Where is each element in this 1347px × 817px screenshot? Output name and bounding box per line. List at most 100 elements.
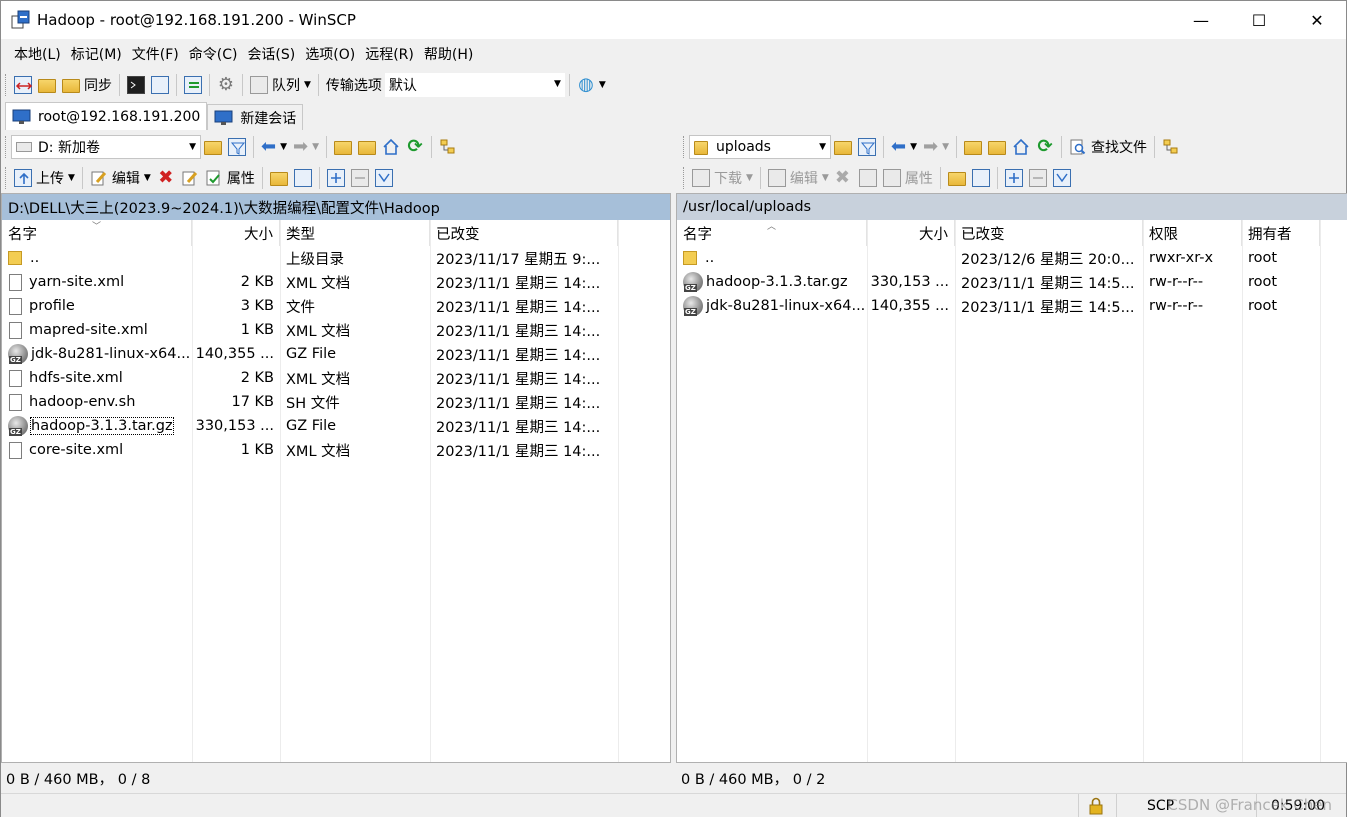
file-name-cell: hadoop-3.1.3.tar.gz <box>677 270 867 294</box>
local-forward-button[interactable]: ➡ ▼ <box>290 135 322 159</box>
remote-root-dir-button[interactable] <box>985 135 1009 159</box>
remote-home-button[interactable] <box>1009 135 1033 159</box>
local-new-folder-button[interactable] <box>267 166 291 190</box>
remote-folder-select[interactable]: uploads ▼ <box>689 135 831 159</box>
file-row[interactable]: hadoop-env.sh 17 KB SH 文件 2023/11/1 星期三 14:… <box>2 390 670 414</box>
compare-directories-button[interactable] <box>11 73 35 97</box>
new-session-icon <box>214 110 234 126</box>
sites-button[interactable]: ◍ ▼ <box>574 73 609 97</box>
column-size[interactable]: 大小 <box>192 220 280 246</box>
remote-edit-button[interactable]: 编辑 ▼ <box>765 166 832 190</box>
menu-local[interactable]: 本地(L) <box>9 44 66 64</box>
minimize-button[interactable]: — <box>1172 1 1230 39</box>
find-files-button[interactable]: 查找文件 <box>1066 135 1150 159</box>
local-unselect-button[interactable] <box>348 166 372 190</box>
remote-new-file-button[interactable] <box>969 166 993 190</box>
local-properties-button[interactable]: 属性 <box>202 166 258 190</box>
column-name[interactable]: 名字 ︿ <box>677 220 867 246</box>
remote-parent-dir-button[interactable] <box>961 135 985 159</box>
local-refresh-button[interactable]: ⟳ <box>403 135 427 159</box>
column-type[interactable]: 类型 <box>280 220 430 246</box>
file-row[interactable]: profile 3 KB 文件 2023/11/1 星期三 14:... <box>2 294 670 318</box>
file-row[interactable]: hadoop-3.1.3.tar.gz 330,153 ... 2023/11/1 … <box>677 270 1347 294</box>
local-select-button[interactable] <box>324 166 348 190</box>
file-row[interactable]: hdfs-site.xml 2 KB XML 文档 2023/11/1 星期三 14:… <box>2 366 670 390</box>
close-button[interactable]: ✕ <box>1288 1 1346 39</box>
chevron-down-icon: ▼ <box>910 142 918 152</box>
remote-filter-button[interactable] <box>855 135 879 159</box>
remote-delete-button[interactable]: ✖ <box>832 166 856 190</box>
local-parent-dir-button[interactable] <box>331 135 355 159</box>
local-rename-button[interactable] <box>178 166 202 190</box>
globe-icon: ◍ <box>578 74 594 95</box>
synchronize-browsing-button[interactable] <box>35 73 59 97</box>
local-root-dir-button[interactable] <box>355 135 379 159</box>
local-filter-button[interactable] <box>225 135 249 159</box>
remote-open-directory-button[interactable] <box>831 135 855 159</box>
menu-remote[interactable]: 远程(R) <box>360 44 419 64</box>
remote-forward-button[interactable]: ➡ ▼ <box>920 135 952 159</box>
local-open-directory-button[interactable] <box>201 135 225 159</box>
parent-directory-icon <box>683 251 697 265</box>
local-home-button[interactable] <box>379 135 403 159</box>
remote-path-bar[interactable]: /usr/local/uploads <box>677 194 1347 220</box>
file-row[interactable]: .. 2023/12/6 星期三 20:0... rwxr-xr-x root <box>677 246 1347 270</box>
toolbar-grip <box>5 74 8 96</box>
file-row[interactable]: jdk-8u281-linux-x64...140,355 ... 2023/11… <box>677 294 1347 318</box>
tab-session[interactable]: root@192.168.191.200 <box>5 102 208 130</box>
local-tree-button[interactable] <box>436 135 460 159</box>
local-back-button[interactable]: ⬅ ▼ <box>258 135 290 159</box>
remote-back-button[interactable]: ⬅ ▼ <box>888 135 920 159</box>
local-drive-select[interactable]: D: 新加卷 ▼ <box>11 135 201 159</box>
left-address-toolbar: D: 新加卷 ▼ ⬅ ▼ ➡ ▼ ⟳ <box>1 132 460 162</box>
local-path-bar[interactable]: D:\DELL\大三上(2023.9~2024.1)\大数据编程\配置文件\Ha… <box>2 194 670 220</box>
column-modified[interactable]: 已改变 <box>955 220 1143 246</box>
file-row[interactable]: hadoop-3.1.3.tar.gz 330,153 ... GZ File 202… <box>2 414 670 438</box>
menu-mark[interactable]: 标记(M) <box>66 44 127 64</box>
remote-select-button[interactable] <box>1002 166 1026 190</box>
remote-refresh-button[interactable]: ⟳ <box>1033 135 1057 159</box>
upload-button[interactable]: 上传 ▼ <box>11 166 78 190</box>
file-name-cell: .. <box>2 246 192 270</box>
menu-commands[interactable]: 命令(C) <box>184 44 243 64</box>
transfer-preset-select[interactable]: 默认 ▼ <box>384 73 565 97</box>
console-button[interactable] <box>181 73 205 97</box>
local-new-file-button[interactable] <box>291 166 315 190</box>
local-delete-button[interactable]: ✖ <box>154 166 178 190</box>
remote-unselect-button[interactable] <box>1026 166 1050 190</box>
remote-tree-button[interactable] <box>1159 135 1183 159</box>
preferences-button[interactable]: ⚙ <box>214 73 238 97</box>
remote-select-filter-button[interactable] <box>1050 166 1074 190</box>
column-rights[interactable]: 权限 <box>1143 220 1242 246</box>
menu-session[interactable]: 会话(S) <box>242 44 300 64</box>
column-type-label: 类型 <box>286 226 315 243</box>
file-row[interactable]: mapred-site.xml 1 KB XML 文档 2023/11/1 星期三 1… <box>2 318 670 342</box>
file-name: hadoop-env.sh <box>29 394 136 410</box>
file-row[interactable]: yarn-site.xml 2 KB XML 文档 2023/11/1 星期三 14:… <box>2 270 670 294</box>
open-terminal-button[interactable] <box>124 73 148 97</box>
open-putty-button[interactable] <box>148 73 172 97</box>
remote-new-folder-button[interactable] <box>945 166 969 190</box>
column-size[interactable]: 大小 <box>867 220 955 246</box>
menu-help[interactable]: 帮助(H) <box>419 44 478 64</box>
column-owner[interactable]: 拥有者 <box>1242 220 1320 246</box>
column-name[interactable]: 名字 ﹀ <box>2 220 192 246</box>
column-modified[interactable]: 已改变 <box>430 220 618 246</box>
local-select-filter-button[interactable] <box>372 166 396 190</box>
file-name: yarn-site.xml <box>29 274 125 290</box>
tab-new-session[interactable]: 新建会话 <box>207 104 304 130</box>
remote-properties-button[interactable]: 属性 <box>880 166 936 190</box>
menu-files[interactable]: 文件(F) <box>127 44 184 64</box>
maximize-button[interactable]: ☐ <box>1230 1 1288 39</box>
file-row[interactable]: .. 上级目录 2023/11/17 星期五 9:... <box>2 246 670 270</box>
local-edit-button[interactable]: 编辑 ▼ <box>87 166 154 190</box>
toolbar-grip <box>5 167 8 189</box>
queue-button[interactable]: 队列 ▼ <box>247 73 314 97</box>
file-row[interactable]: core-site.xml 1 KB XML 文档 2023/11/1 星期三 14:… <box>2 438 670 462</box>
download-button[interactable]: 下载 ▼ <box>689 166 756 190</box>
remote-rename-button[interactable] <box>856 166 880 190</box>
menu-options[interactable]: 选项(O) <box>300 44 360 64</box>
encryption-status[interactable] <box>1078 794 1116 817</box>
synchronize-button[interactable]: 同步 <box>59 73 115 97</box>
file-row[interactable]: jdk-8u281-linux-x64...140,355 ... GZ File… <box>2 342 670 366</box>
